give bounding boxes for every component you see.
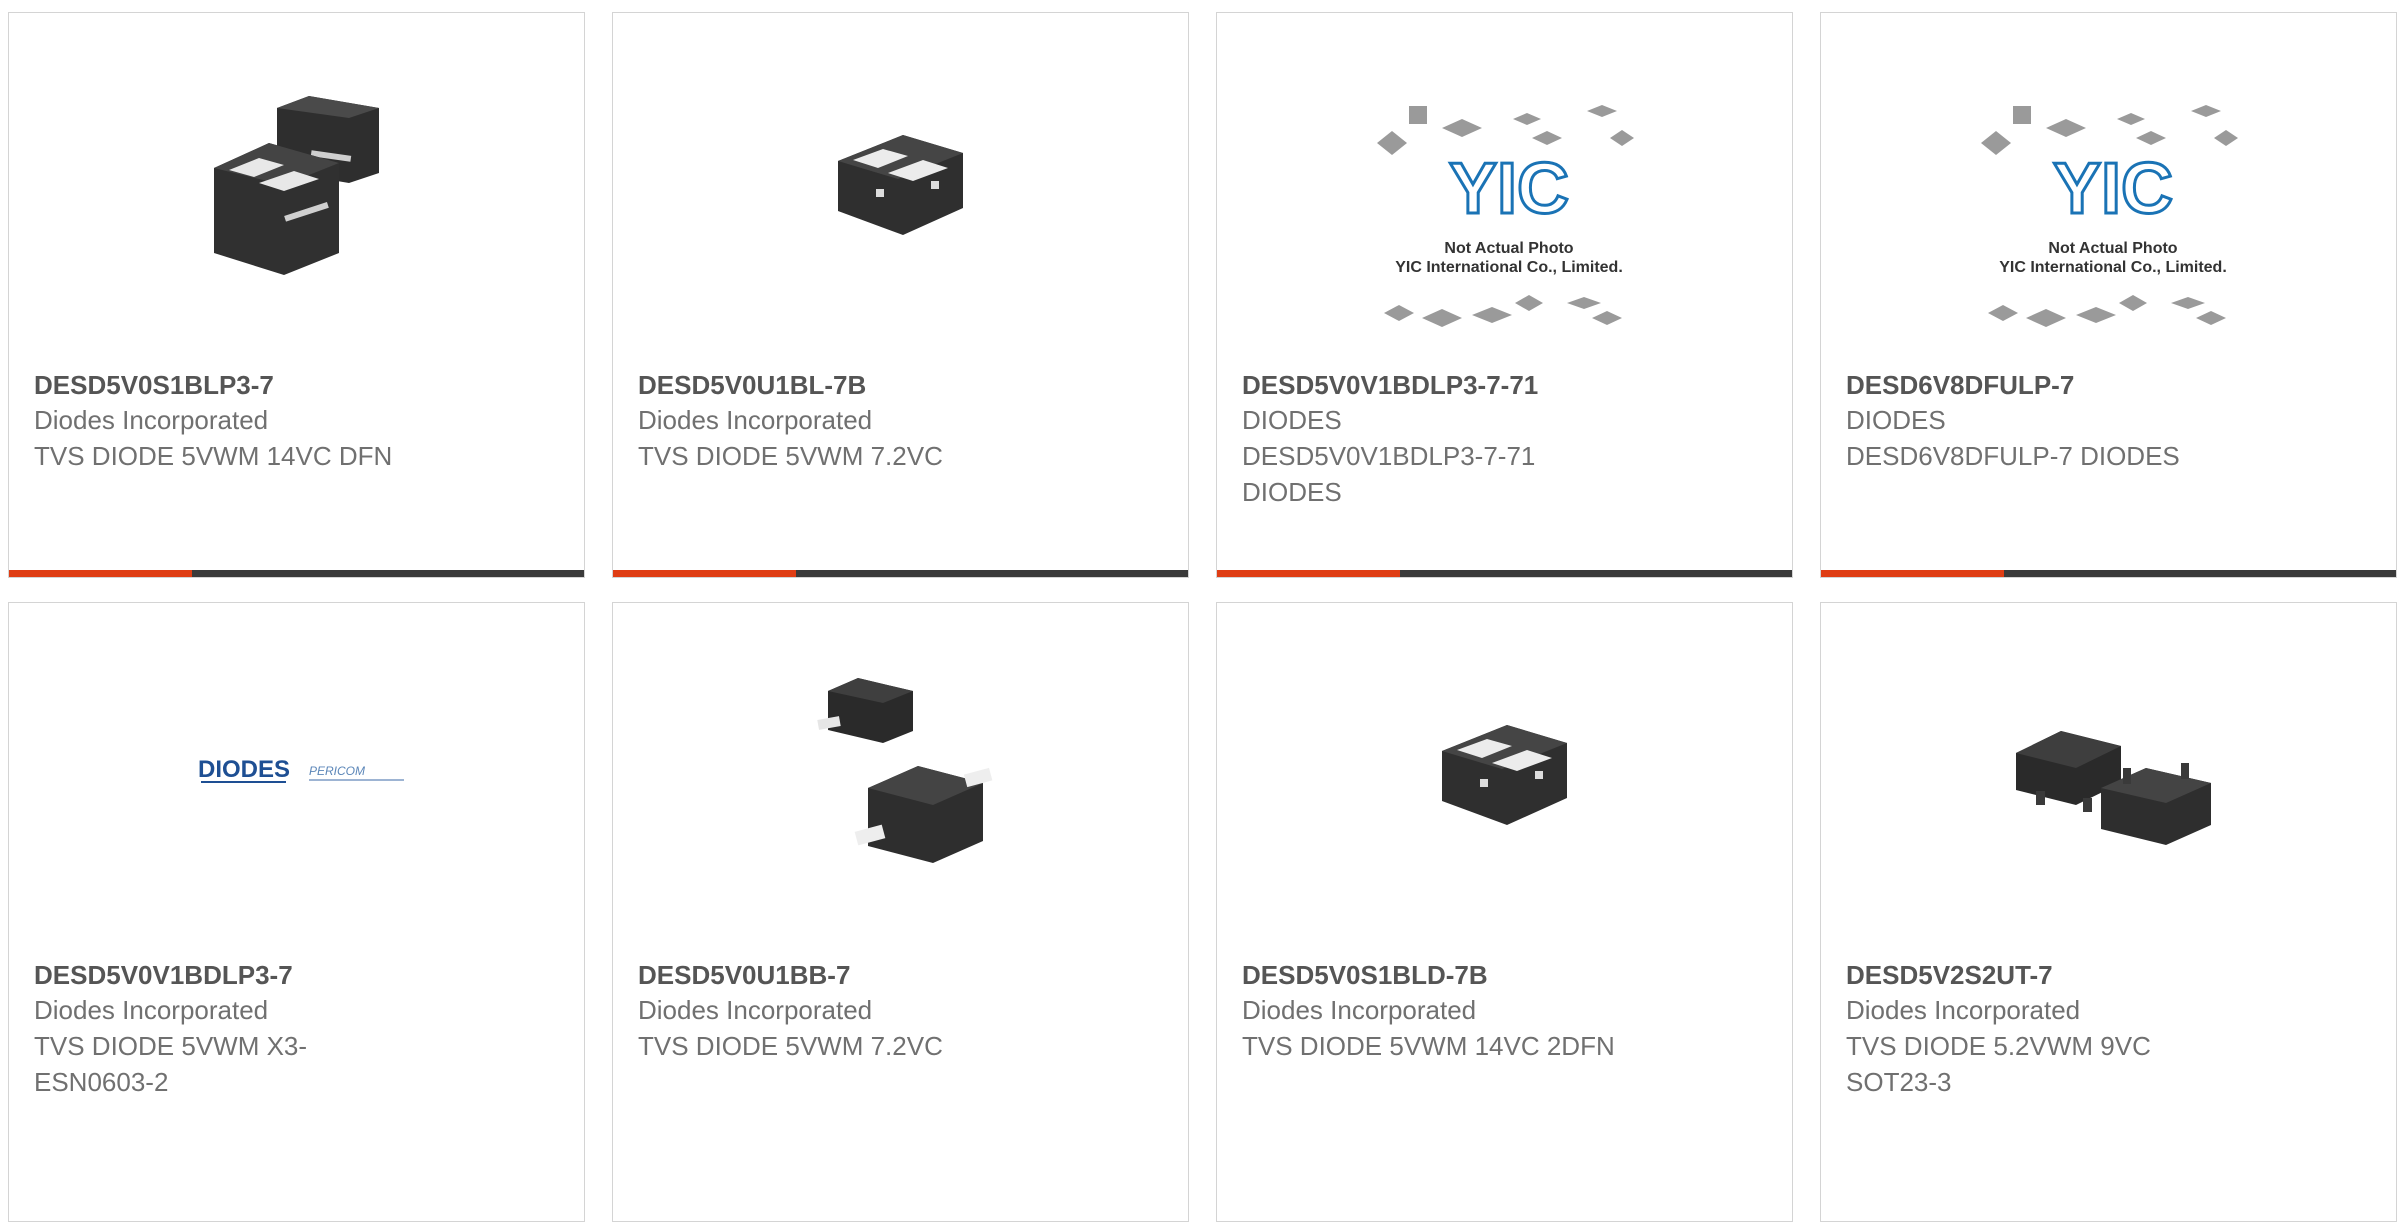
part-number[interactable]: DESD5V0U1BL-7B (638, 368, 1168, 402)
diodes-logo-icon: DIODES PERICOM (198, 756, 404, 783)
product-card[interactable]: DESD5V2S2UT-7 Diodes Incorporated TVS DI… (1820, 602, 2397, 1222)
sot23-packages-icon (2016, 731, 2211, 845)
description: DIODES (1242, 477, 1342, 507)
product-card[interactable]: DESD5V0S1BLD-7B Diodes Incorporated TVS … (1216, 602, 1793, 1222)
dfn-package-icon (838, 135, 963, 235)
description: TVS DIODE 5VWM 7.2VC (638, 1031, 943, 1061)
description: DESD5V0V1BDLP3-7-71 (1242, 441, 1536, 471)
card-accent-bar (1217, 570, 1792, 577)
description: TVS DIODE 5VWM X3- (34, 1031, 308, 1061)
yic-placeholder-icon: YIC Not Actual Photo YIC International C… (1981, 105, 2238, 327)
part-number[interactable]: DESD5V0V1BDLP3-7 (34, 958, 564, 992)
product-card[interactable]: DIODES PERICOM DESD5V0V1BDLP3-7 Diodes I… (8, 602, 585, 1222)
manufacturer: Diodes Incorporated (34, 405, 269, 435)
yic-placeholder-icon: YIC Not Actual Photo YIC International C… (1377, 105, 1634, 327)
product-image[interactable] (613, 603, 1188, 943)
product-image[interactable] (613, 13, 1188, 353)
part-number[interactable]: DESD5V0S1BLD-7B (1242, 958, 1772, 992)
product-card[interactable]: DESD5V0U1BB-7 Diodes Incorporated TVS DI… (612, 602, 1189, 1222)
part-number[interactable]: DESD5V0V1BDLP3-7-71 (1242, 368, 1772, 402)
svg-text:Not Actual Photo: Not Actual Photo (2048, 240, 2177, 257)
product-card[interactable]: YIC Not Actual Photo YIC International C… (1216, 12, 1793, 578)
svg-text:YIC International Co., Limited: YIC International Co., Limited. (1395, 259, 1623, 276)
svg-text:YIC International Co., Limited: YIC International Co., Limited. (1999, 259, 2227, 276)
svg-text:YIC: YIC (2053, 149, 2173, 229)
part-number[interactable]: DESD6V8DFULP-7 (1846, 368, 2376, 402)
card-accent-bar (613, 570, 1188, 577)
svg-text:Not Actual Photo: Not Actual Photo (1444, 240, 1573, 257)
part-number[interactable]: DESD5V0S1BLP3-7 (34, 368, 564, 402)
card-accent-bar (1821, 570, 2396, 577)
svg-text:YIC: YIC (1449, 149, 1569, 229)
svg-text:PERICOM: PERICOM (309, 764, 365, 778)
product-image[interactable] (9, 13, 584, 353)
manufacturer: Diodes Incorporated (1242, 995, 1477, 1025)
description: DESD6V8DFULP-7 DIODES (1846, 441, 2180, 471)
product-image[interactable]: YIC Not Actual Photo YIC International C… (1217, 13, 1792, 353)
card-accent-bar (9, 570, 584, 577)
product-image[interactable]: YIC Not Actual Photo YIC International C… (1821, 13, 2396, 353)
description: TVS DIODE 5.2VWM 9VC (1846, 1031, 2151, 1061)
product-card[interactable]: DESD5V0S1BLP3-7 Diodes Incorporated TVS … (8, 12, 585, 578)
manufacturer: DIODES (1242, 405, 1342, 435)
part-number[interactable]: DESD5V2S2UT-7 (1846, 958, 2376, 992)
sod-packages-icon (817, 678, 993, 863)
product-card[interactable]: YIC Not Actual Photo YIC International C… (1820, 12, 2397, 578)
manufacturer: Diodes Incorporated (638, 405, 873, 435)
product-image[interactable] (1821, 603, 2396, 943)
product-image[interactable] (1217, 603, 1792, 943)
description: ESN0603-2 (34, 1067, 169, 1097)
manufacturer: Diodes Incorporated (1846, 995, 2081, 1025)
description: TVS DIODE 5VWM 14VC 2DFN (1242, 1031, 1615, 1061)
manufacturer: Diodes Incorporated (34, 995, 269, 1025)
manufacturer: DIODES (1846, 405, 1946, 435)
description: TVS DIODE 5VWM 7.2VC (638, 441, 943, 471)
product-image[interactable]: DIODES PERICOM (9, 603, 584, 943)
description: SOT23-3 (1846, 1067, 1952, 1097)
product-card[interactable]: DESD5V0U1BL-7B Diodes Incorporated TVS D… (612, 12, 1189, 578)
svg-text:DIODES: DIODES (198, 756, 290, 783)
part-number[interactable]: DESD5V0U1BB-7 (638, 958, 1168, 992)
dfn-package-icon (1442, 725, 1567, 825)
description: TVS DIODE 5VWM 14VC DFN (34, 441, 393, 471)
manufacturer: Diodes Incorporated (638, 995, 873, 1025)
dfn-two-packages-icon (214, 96, 379, 275)
